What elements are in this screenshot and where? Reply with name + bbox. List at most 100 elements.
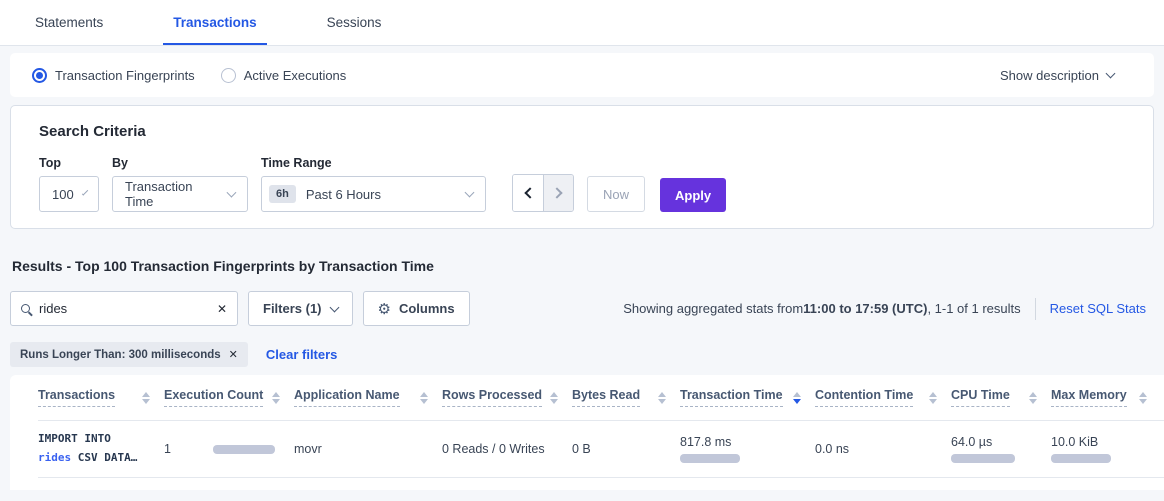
contention-time-cell: 0.0 ns — [815, 442, 951, 456]
column-header-execution-count[interactable]: Execution Count — [164, 388, 294, 407]
active-filters-row: Runs Longer Than: 300 milliseconds ✕ Cle… — [10, 342, 1154, 367]
sql-line2: rides CSV DATA… — [38, 449, 150, 468]
results-table: Transactions Execution Count Application… — [10, 375, 1164, 490]
clear-filters-link[interactable]: Clear filters — [266, 347, 338, 362]
top-label: Top — [39, 156, 99, 170]
columns-button[interactable]: ⚙ Columns — [363, 291, 470, 326]
tab-transactions[interactable]: Transactions — [163, 3, 266, 45]
column-header-transactions[interactable]: Transactions — [38, 388, 164, 407]
time-step-arrows — [512, 174, 574, 212]
transaction-time-cell: 817.8 ms — [680, 435, 815, 463]
stats-prefix: Showing aggregated stats from — [623, 301, 803, 316]
next-time-button[interactable] — [543, 175, 573, 211]
filter-chip: Runs Longer Than: 300 milliseconds ✕ — [10, 342, 248, 367]
sort-icon[interactable] — [929, 392, 937, 404]
execution-count-bar — [213, 445, 275, 454]
application-name-cell: movr — [294, 442, 442, 456]
tab-statements[interactable]: Statements — [25, 3, 113, 45]
stats-range: 11:00 to 17:59 (UTC) — [803, 301, 927, 316]
radio-label: Active Executions — [244, 68, 347, 83]
column-header-cpu-time[interactable]: CPU Time — [951, 388, 1051, 407]
table-row: IMPORT INTO rides CSV DATA… 1 movr 0 Rea… — [38, 420, 1164, 478]
transaction-time-value: 817.8 ms — [680, 435, 801, 449]
sort-icon[interactable] — [550, 392, 558, 404]
time-range-value: Past 6 Hours — [306, 187, 381, 202]
execution-count-cell: 1 — [164, 442, 294, 456]
chevron-down-icon — [227, 188, 237, 198]
table-header-row: Transactions Execution Count Application… — [38, 375, 1164, 420]
radio-selected-icon[interactable] — [32, 68, 47, 83]
top-tab-bar: Statements Transactions Sessions — [0, 0, 1164, 46]
filters-button[interactable]: Filters (1) — [248, 291, 353, 326]
clear-search-icon[interactable]: ✕ — [215, 302, 229, 316]
rows-processed-value: 0 Reads / 0 Writes — [442, 442, 545, 456]
column-header-max-memory[interactable]: Max Memory — [1051, 388, 1161, 407]
tab-sessions[interactable]: Sessions — [317, 3, 392, 45]
apply-button[interactable]: Apply — [660, 178, 726, 212]
column-header-contention-time[interactable]: Contention Time — [815, 388, 951, 407]
transaction-time-bar — [680, 454, 740, 463]
transaction-link[interactable]: rides — [38, 451, 71, 464]
chevron-down-icon — [1106, 69, 1116, 79]
top-select[interactable]: 100 — [39, 176, 99, 212]
column-header-transaction-time[interactable]: Transaction Time — [680, 388, 815, 407]
sql-line1: IMPORT INTO — [38, 430, 150, 449]
time-range-select[interactable]: 6h Past 6 Hours — [261, 176, 486, 212]
previous-time-button[interactable] — [513, 175, 543, 211]
cpu-time-cell: 64.0 µs — [951, 435, 1051, 463]
now-button[interactable]: Now — [587, 176, 645, 212]
sort-icon[interactable] — [142, 392, 150, 404]
search-icon — [21, 304, 30, 313]
show-description-label: Show description — [1000, 68, 1099, 83]
transaction-fingerprint-cell[interactable]: IMPORT INTO rides CSV DATA… — [38, 430, 164, 467]
filter-chip-label: Runs Longer Than: 300 milliseconds — [20, 349, 221, 361]
cpu-time-bar — [951, 454, 1015, 463]
columns-label: Columns — [399, 301, 455, 316]
chevron-left-icon — [524, 187, 535, 198]
radio-unselected-icon[interactable] — [221, 68, 236, 83]
chevron-down-icon — [465, 188, 475, 198]
column-header-bytes-read[interactable]: Bytes Read — [572, 388, 680, 407]
search-criteria-card: Search Criteria Top 100 By Transaction T… — [10, 105, 1154, 229]
sort-icon[interactable] — [1029, 392, 1037, 404]
search-criteria-title: Search Criteria — [39, 123, 1125, 140]
results-toolbar: ✕ Filters (1) ⚙ Columns Showing aggregat… — [10, 291, 1154, 326]
sort-icon[interactable] — [1139, 392, 1147, 404]
show-description-toggle[interactable]: Show description — [1000, 68, 1132, 83]
sort-icon[interactable] — [658, 392, 666, 404]
by-label: By — [112, 156, 248, 170]
max-memory-bar — [1051, 454, 1111, 463]
sql-line2-rest: CSV DATA… — [71, 451, 137, 464]
search-box[interactable]: ✕ — [10, 291, 238, 326]
bytes-read-cell: 0 B — [572, 442, 680, 456]
gear-icon: ⚙ — [378, 300, 391, 318]
stats-suffix: , 1-1 of 1 results — [927, 301, 1020, 316]
chevron-down-icon — [82, 189, 89, 196]
column-header-rows-processed[interactable]: Rows Processed — [442, 388, 572, 407]
reset-sql-stats-link[interactable]: Reset SQL Stats — [1050, 301, 1154, 316]
results-heading: Results - Top 100 Transaction Fingerprin… — [12, 258, 1154, 274]
transactions-page: Statements Transactions Sessions Transac… — [0, 0, 1164, 501]
radio-active-executions[interactable]: Active Executions — [221, 68, 347, 83]
execution-count-value: 1 — [164, 442, 171, 456]
radio-transaction-fingerprints[interactable]: Transaction Fingerprints — [32, 68, 195, 83]
aggregated-stats-text: Showing aggregated stats from 11:00 to 1… — [623, 298, 1154, 320]
chevron-down-icon — [329, 303, 339, 313]
column-header-application-name[interactable]: Application Name — [294, 388, 442, 407]
time-range-field: Time Range 6h Past 6 Hours — [261, 156, 486, 212]
by-select[interactable]: Transaction Time — [112, 176, 248, 212]
chevron-right-icon — [551, 187, 562, 198]
search-input[interactable] — [39, 301, 215, 316]
by-value: Transaction Time — [125, 179, 218, 209]
vertical-divider — [1035, 298, 1036, 320]
cpu-time-value: 64.0 µs — [951, 435, 1037, 449]
bytes-read-value: 0 B — [572, 442, 591, 456]
top-value: 100 — [52, 187, 74, 202]
contention-time-value: 0.0 ns — [815, 442, 849, 456]
radio-label: Transaction Fingerprints — [55, 68, 195, 83]
sort-icon[interactable] — [272, 392, 280, 404]
remove-filter-icon[interactable]: ✕ — [229, 348, 238, 361]
filters-label: Filters (1) — [263, 301, 322, 316]
sort-icon[interactable] — [420, 392, 428, 404]
sort-desc-icon[interactable] — [793, 392, 801, 404]
